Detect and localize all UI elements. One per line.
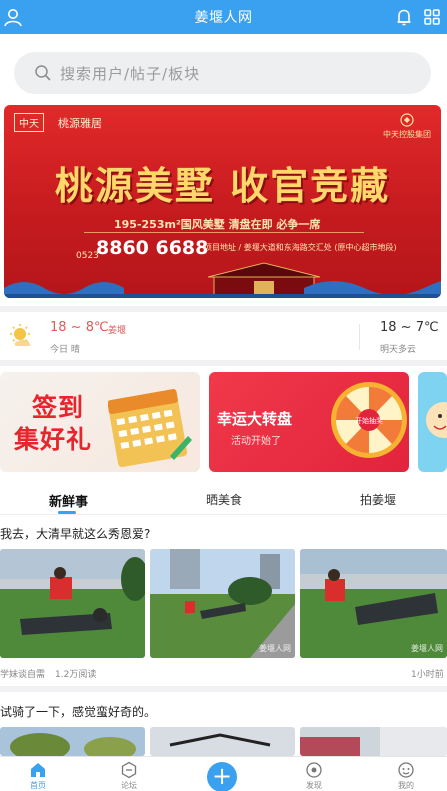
post-title[interactable]: 我去，大清早就这么秀恩爱? <box>0 525 150 542</box>
post-title[interactable]: 试骑了一下，感觉蛮好奇的。 <box>0 703 156 720</box>
nav-discover[interactable]: 发现 <box>284 759 344 791</box>
post-photo[interactable] <box>0 549 145 658</box>
photo-watermark: 姜堰人网 <box>259 644 291 653</box>
cloud-decoration <box>4 281 441 298</box>
checkin-title-line2: 集好礼 <box>14 425 93 454</box>
post-time: 1小时前 <box>411 670 444 680</box>
section-divider <box>0 306 447 312</box>
post-views: 1.2万阅读 <box>55 670 97 680</box>
nav-home[interactable]: 首页 <box>8 759 68 791</box>
home-icon <box>31 763 45 777</box>
app-title: 姜堰人网 <box>194 10 253 26</box>
user-icon[interactable] <box>2 6 24 28</box>
ad-banner[interactable]: 中天 桃源雅居 中天控股集团 桃源美墅 收官竞藏 195-253m²国风美墅 清… <box>4 105 441 298</box>
post-photo[interactable] <box>150 727 295 756</box>
banner-brand-name: 桃源雅居 <box>58 117 102 130</box>
nav-forum-label: 论坛 <box>121 781 137 790</box>
section-divider <box>0 686 447 692</box>
grid-icon[interactable] <box>421 6 443 28</box>
logo-icon <box>400 113 414 127</box>
weather-city: 姜堰 <box>108 326 127 336</box>
tab-fresh[interactable]: 新鲜事 <box>49 491 88 510</box>
bell-icon[interactable] <box>393 6 415 28</box>
post-photo[interactable]: 姜堰人网 <box>300 549 447 658</box>
post-button[interactable]: + <box>207 762 237 791</box>
today-description: 今日 晴 <box>50 345 80 355</box>
search-bar[interactable]: 搜索用户/帖子/板块 <box>14 52 431 94</box>
profile-icon <box>398 762 414 778</box>
feed-tabs: 新鲜事 晒美食 拍姜堰 <box>0 485 447 515</box>
wheel-center-label[interactable]: 开始抽奖 <box>355 416 383 425</box>
nav-home-label: 首页 <box>30 781 46 790</box>
prize-wheel-icon: 开始抽奖 <box>331 382 407 458</box>
banner-corner-logo: 中天控股集团 <box>383 113 431 140</box>
post-photo[interactable]: 姜堰人网 <box>150 549 295 658</box>
lucky-wheel-subtitle: 活动开始了 <box>231 436 281 447</box>
tab-jiangyan-photos[interactable]: 拍姜堰 <box>360 491 396 508</box>
post-author[interactable]: 学妹谈自需 <box>0 667 45 680</box>
tomorrow-temperature: 18 ~ 7℃ <box>380 320 439 335</box>
banner-slogan: 桃源美墅 收官竞藏 <box>54 163 391 208</box>
banner-subtitle: 195-253m²国风美墅 清盘在即 必争一席 <box>114 218 321 231</box>
top-bar: 姜堰人网 <box>0 0 447 34</box>
app-screen: 姜堰人网 搜索用户/帖子/板块 中天 桃源雅居 中天控股集团 桃源美墅 收官竞藏… <box>0 0 447 791</box>
banner-brand: 中天 <box>14 113 44 132</box>
cartoon-face-icon <box>426 402 447 438</box>
search-icon <box>35 65 51 81</box>
tabs-bottom-border <box>0 514 447 515</box>
checkin-promo-card[interactable]: 签到 集好礼 <box>0 372 200 472</box>
tab-food[interactable]: 晒美食 <box>206 491 242 508</box>
calendar-icon <box>108 389 192 468</box>
post-photo[interactable] <box>300 727 447 756</box>
nav-profile[interactable]: 我的 <box>376 759 436 791</box>
nav-forum[interactable]: 论坛 <box>99 759 159 791</box>
discover-icon <box>306 762 322 778</box>
today-temperature: 18 ~ 8℃ <box>50 320 109 335</box>
third-promo-card[interactable] <box>418 372 447 472</box>
banner-phone: 8860 6688 <box>96 237 209 259</box>
tomorrow-description: 明天多云 <box>380 345 417 355</box>
nav-discover-label: 发现 <box>306 781 322 790</box>
section-divider <box>0 360 447 366</box>
weather-separator <box>359 324 360 350</box>
sun-cloud-icon <box>10 324 31 346</box>
photo-watermark: 姜堰人网 <box>411 644 443 653</box>
bottom-nav: 首页 论坛 + 发现 我的 <box>0 756 447 791</box>
search-placeholder: 搜索用户/帖子/板块 <box>60 64 201 83</box>
banner-corner-text: 中天控股集团 <box>383 130 431 139</box>
weather-widget[interactable]: 18 ~ 8℃ 姜堰 今日 晴 18 ~ 7℃ 明天多云 <box>0 316 447 358</box>
lucky-wheel-title: 幸运大转盘 <box>217 410 293 428</box>
banner-divider <box>84 232 364 233</box>
nav-profile-label: 我的 <box>398 781 414 790</box>
post-photo[interactable] <box>0 727 145 756</box>
banner-address: 项目地址 / 姜堰大道和东海路交汇处 (原中心超市地段) <box>204 243 397 252</box>
forum-icon <box>121 761 137 779</box>
lucky-wheel-promo-card[interactable]: 幸运大转盘 活动开始了 开始抽奖 <box>209 372 409 472</box>
checkin-title-line1: 签到 <box>32 393 85 422</box>
